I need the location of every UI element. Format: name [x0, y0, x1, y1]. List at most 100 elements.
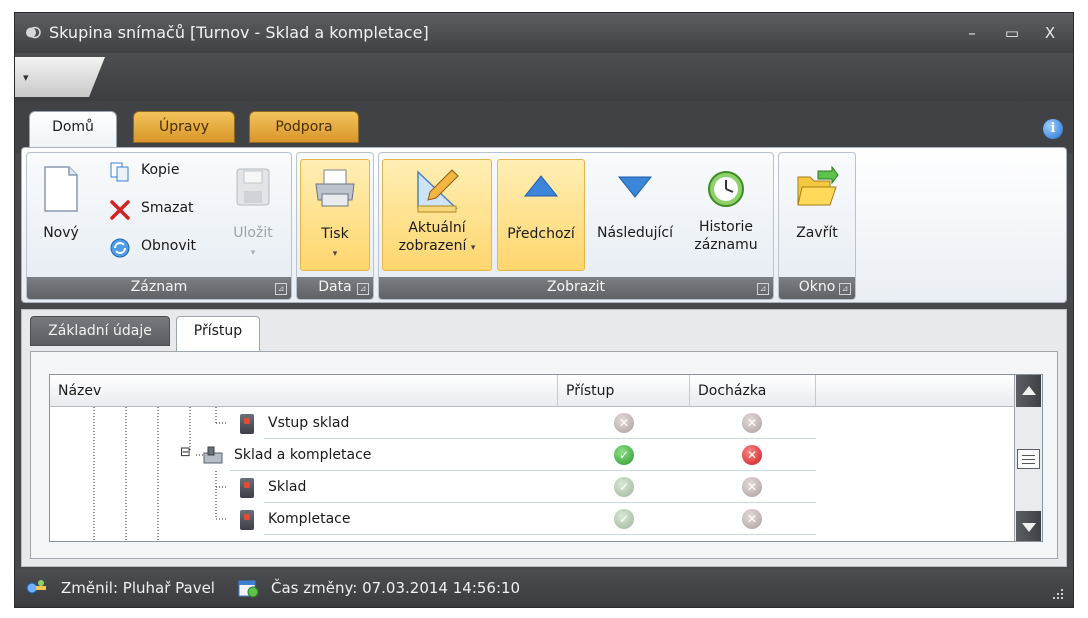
group-zaznam-label: Záznam ⊿ — [27, 277, 291, 299]
column-header-dochazka[interactable]: Docházka — [690, 375, 816, 407]
current-view-label-1: Aktuální — [408, 220, 466, 236]
new-record-button[interactable]: Nový — [31, 159, 91, 271]
print-label: Tisk — [321, 226, 349, 242]
resize-grip-icon[interactable] — [1051, 587, 1065, 601]
access-allowed-disabled-icon[interactable]: ✓ — [614, 509, 634, 529]
ribbon-panel: Nový Kopie Smazat Obnovit Uložit ▾ Zázna… — [21, 147, 1067, 303]
tab-domu[interactable]: Domů — [29, 111, 117, 149]
maximize-button[interactable]: ▭ — [999, 21, 1025, 45]
group-zobrazit-label: Zobrazit ⊿ — [379, 277, 773, 299]
okno-dialog-launcher[interactable]: ⊿ — [839, 283, 851, 295]
attendance-denied-disabled-icon[interactable]: ✕ — [742, 477, 762, 497]
reader-device-icon — [240, 414, 254, 434]
changed-at-text: Čas změny: 07.03.2014 14:56:10 — [271, 579, 521, 597]
record-history-button[interactable]: Historie záznamu — [683, 159, 769, 271]
tab-upravy[interactable]: Úpravy — [133, 111, 235, 143]
attendance-denied-icon[interactable]: ✕ — [742, 445, 762, 465]
access-allowed-disabled-icon[interactable]: ✓ — [614, 477, 634, 497]
save-button[interactable]: Uložit ▾ — [223, 159, 283, 271]
printer-icon — [315, 169, 355, 207]
print-button[interactable]: Tisk ▾ — [300, 159, 370, 271]
record-history-label-1: Historie — [698, 219, 754, 235]
group-data: Tisk ▾ Data ⊿ — [296, 152, 374, 300]
group-zaznam: Nový Kopie Smazat Obnovit Uložit ▾ Zázna… — [26, 152, 292, 300]
column-header-nazev[interactable]: Název — [50, 375, 558, 407]
new-document-icon — [44, 166, 78, 212]
table-row[interactable]: Sklad ✓ ✕ — [50, 471, 1016, 503]
history-clock-icon — [708, 171, 744, 207]
scroll-down-button[interactable] — [1016, 511, 1041, 541]
current-view-label-2: zobrazení ▾ — [398, 238, 476, 254]
collapse-node-icon[interactable]: ⊟ — [180, 445, 191, 460]
row-name: Sklad a kompletace — [230, 439, 558, 471]
access-denied-disabled-icon[interactable]: ✕ — [614, 413, 634, 433]
save-dropdown-arrow: ▾ — [250, 248, 256, 258]
close-record-label: Zavřít — [796, 225, 838, 241]
ruler-pencil-icon — [417, 169, 459, 213]
ribbon-tab-row: Domů Úpravy Podpora i — [15, 101, 1073, 153]
new-record-label: Nový — [43, 225, 79, 241]
access-grid: Název Přístup Docházka Vstup sklad ✕ ✕ ⊟… — [49, 374, 1043, 542]
window-title: Skupina snímačů [Turnov - Sklad a komple… — [49, 23, 429, 42]
tab-zakladni-udaje[interactable]: Základní údaje — [30, 316, 170, 346]
refresh-icon — [110, 238, 130, 258]
table-row[interactable]: ⊟ Sklad a kompletace ✓ ✕ — [50, 439, 1016, 471]
group-device-icon — [203, 446, 223, 464]
arrow-down-icon — [617, 176, 653, 198]
group-zobrazit: Aktuální zobrazení ▾ Předchozí Následují… — [378, 152, 774, 300]
save-label: Uložit — [233, 225, 273, 241]
previous-label: Předchozí — [507, 226, 575, 242]
vertical-scrollbar[interactable] — [1014, 375, 1042, 541]
refresh-label: Obnovit — [141, 238, 197, 254]
calendar-icon — [238, 580, 259, 598]
next-label: Následující — [597, 225, 673, 241]
column-header-pristup[interactable]: Přístup — [558, 375, 690, 407]
title-bar[interactable]: Skupina snímačů [Turnov - Sklad a komple… — [15, 13, 1073, 53]
arrow-up-icon — [523, 175, 559, 197]
copy-icon — [110, 162, 129, 182]
reader-device-icon — [240, 478, 254, 498]
zobrazit-dialog-launcher[interactable]: ⊿ — [757, 283, 769, 295]
attendance-denied-disabled-icon[interactable]: ✕ — [742, 509, 762, 529]
previous-button[interactable]: Předchozí — [497, 159, 585, 271]
arrow-down-icon — [1022, 523, 1036, 532]
table-row[interactable]: Vstup sklad ✕ ✕ — [50, 407, 1016, 439]
app-window: Skupina snímačů [Turnov - Sklad a komple… — [14, 12, 1074, 608]
current-view-button[interactable]: Aktuální zobrazení ▾ — [382, 159, 492, 271]
scroll-thumb[interactable] — [1017, 449, 1040, 469]
user-key-icon — [26, 580, 46, 594]
record-history-label-2: záznamu — [694, 237, 758, 253]
copy-label: Kopie — [141, 162, 180, 178]
minimize-button[interactable]: – — [959, 21, 985, 45]
quick-access-toolbar: ▾ — [15, 53, 1073, 101]
delete-x-icon — [110, 200, 130, 220]
table-row[interactable]: Kompletace ✓ ✕ — [50, 503, 1016, 535]
arrow-up-icon — [1022, 386, 1036, 395]
quick-access-dropdown-icon[interactable]: ▾ — [23, 71, 29, 84]
folder-exit-icon — [797, 165, 839, 206]
grid-header: Název Přístup Docházka — [50, 375, 1042, 407]
row-name: Sklad — [264, 471, 558, 503]
zaznam-dialog-launcher[interactable]: ⊿ — [275, 283, 287, 295]
app-icon — [26, 26, 41, 39]
info-icon[interactable]: i — [1043, 119, 1063, 139]
access-allowed-icon[interactable]: ✓ — [614, 445, 634, 465]
group-okno-label: Okno ⊿ — [779, 277, 855, 299]
data-dialog-launcher[interactable]: ⊿ — [357, 283, 369, 295]
group-data-label: Data ⊿ — [297, 277, 373, 299]
changed-by-text: Změnil: Pluhař Pavel — [61, 579, 215, 597]
close-button[interactable]: X — [1037, 21, 1063, 45]
attendance-denied-disabled-icon[interactable]: ✕ — [742, 413, 762, 433]
next-button[interactable]: Následující — [589, 159, 681, 271]
application-menu-button[interactable]: ▾ — [15, 57, 105, 97]
print-dropdown-arrow: ▾ — [332, 249, 338, 259]
content-area: Základní údaje Přístup Název Přístup Doc… — [21, 309, 1067, 567]
tab-podpora[interactable]: Podpora — [249, 111, 359, 143]
close-record-button[interactable]: Zavřít — [782, 159, 852, 271]
tab-pristup[interactable]: Přístup — [176, 316, 260, 352]
scroll-up-button[interactable] — [1016, 375, 1041, 407]
save-disk-icon — [236, 168, 270, 206]
row-name: Vstup sklad — [264, 407, 558, 439]
row-name: Kompletace — [264, 503, 558, 535]
delete-label: Smazat — [141, 200, 194, 216]
